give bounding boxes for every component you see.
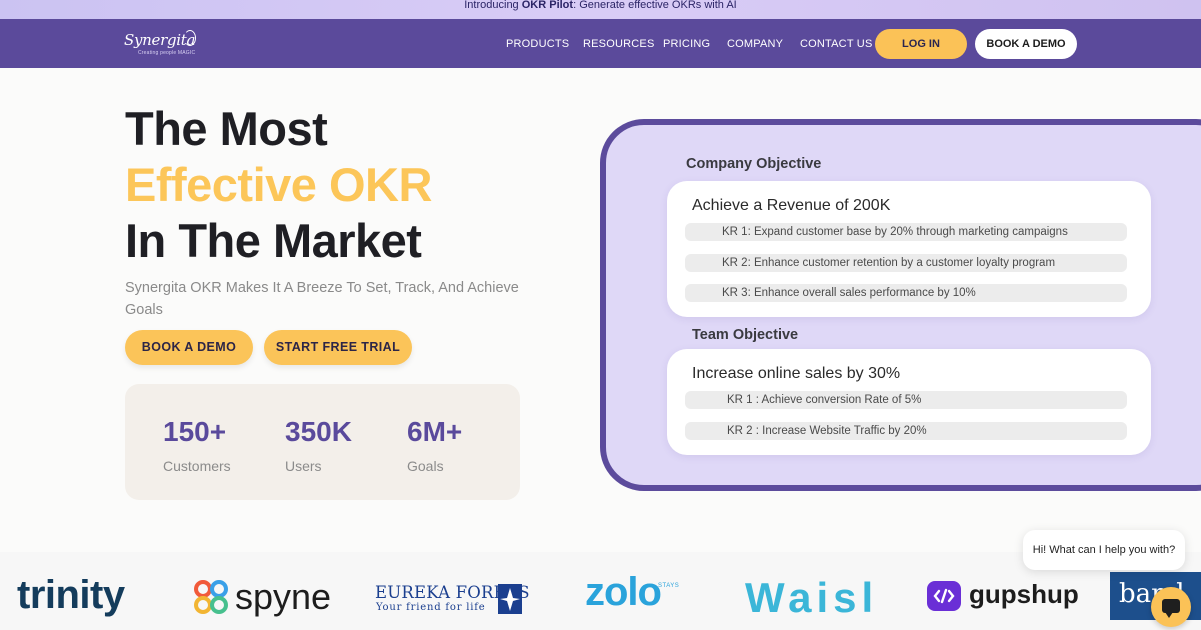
nav-contact-us[interactable]: CONTACT US [800, 38, 873, 50]
team-objective-card: Increase online sales by 30% KR 1 : Achi… [667, 349, 1151, 455]
chat-launcher-button[interactable] [1151, 587, 1191, 627]
stat-users-value: 350K [285, 416, 352, 447]
gupshup-mark-icon [927, 581, 961, 611]
team-kr-2: KR 2 : Increase Website Traffic by 20% [685, 422, 1127, 440]
announcement-prefix: Introducing [464, 0, 522, 11]
hero-subtitle: Synergita OKR Makes It A Breeze To Set, … [125, 280, 519, 318]
spyne-mark-icon [192, 578, 230, 616]
logo-swirl-icon [184, 30, 196, 46]
hero-heading-line1: The Most [125, 102, 328, 155]
waisl-logo: Waisl [745, 574, 879, 621]
okr-illustration-panel: Company Objective Achieve a Revenue of 2… [600, 119, 1201, 491]
stat-goals-value: 6M+ [407, 416, 463, 447]
client-logos-strip: trinity spyne EUREKA FORBES Your friend … [0, 552, 1201, 630]
announcement-highlight: OKR Pilot [521, 0, 574, 11]
zolo-logo: zolo [585, 570, 662, 614]
gupshup-logo: gupshup [969, 579, 1079, 609]
nav-book-demo-button[interactable]: BOOK A DEMO [975, 29, 1077, 59]
hero-heading-line3: In The Market [125, 214, 422, 267]
company-objective-title: Achieve a Revenue of 200K [692, 197, 891, 214]
team-objective-title: Increase online sales by 30% [692, 365, 901, 382]
trinity-logo: trinity [17, 573, 125, 617]
announcement-bar[interactable]: Introducing OKR Pilot: Generate effectiv… [0, 0, 1201, 19]
stat-customers-label: Customers [163, 458, 231, 474]
hero-book-demo-button[interactable]: BOOK A DEMO [125, 330, 253, 365]
start-free-trial-button[interactable]: START FREE TRIAL [264, 330, 412, 365]
synergita-logo[interactable]: Synergita Creating people MAGIC [124, 30, 196, 56]
announcement-suffix: : Generate effective OKRs with AI [573, 0, 737, 11]
nav-pricing[interactable]: PRICING [663, 38, 710, 50]
team-kr-1: KR 1 : Achieve conversion Rate of 5% [685, 391, 1127, 409]
company-objective-card: Achieve a Revenue of 200K KR 1: Expand c… [667, 181, 1151, 317]
chat-greeting-bubble[interactable]: Hi! What can I help you with? [1023, 530, 1185, 570]
stat-customers-value: 150+ [163, 416, 227, 447]
logo-tagline: Creating people MAGIC [138, 50, 196, 56]
company-kr-2: KR 2: Enhance customer retention by a cu… [685, 254, 1127, 272]
nav-products[interactable]: PRODUCTS [506, 38, 569, 50]
stat-users-label: Users [285, 458, 322, 474]
nav-company[interactable]: COMPANY [727, 38, 783, 50]
zolo-stays-label: STAYS [658, 583, 680, 589]
top-nav: Synergita Creating people MAGIC PRODUCTS… [0, 19, 1201, 68]
company-kr-1: KR 1: Expand customer base by 20% throug… [685, 223, 1127, 241]
stats-card: 150+ Customers 350K Users 6M+ Goals [125, 384, 520, 500]
chat-icon [1162, 599, 1180, 618]
stat-goals-label: Goals [407, 458, 444, 474]
spyne-logo: spyne [235, 576, 332, 617]
company-kr-3: KR 3: Enhance overall sales performance … [685, 284, 1127, 302]
login-button[interactable]: LOG IN [875, 29, 967, 59]
eureka-forbes-emblem-icon [498, 584, 522, 614]
eureka-forbes-tagline: Your friend for life [376, 602, 486, 613]
team-objective-heading: Team Objective [692, 327, 799, 343]
company-objective-heading: Company Objective [686, 156, 822, 172]
nav-resources[interactable]: RESOURCES [583, 38, 654, 50]
hero-heading-line2: Effective OKR [125, 158, 432, 211]
